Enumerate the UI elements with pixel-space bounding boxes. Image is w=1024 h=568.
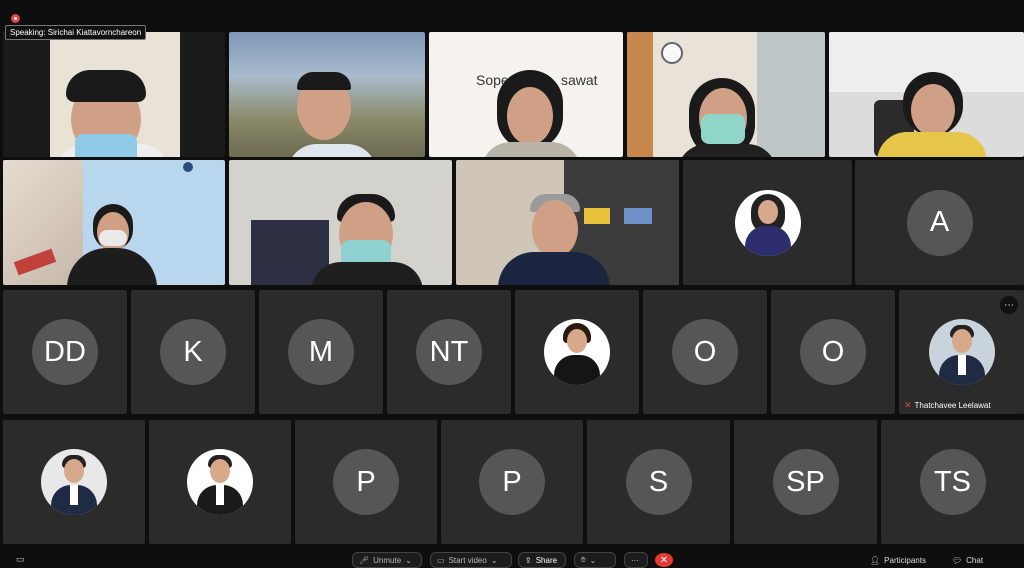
video-tile-6[interactable] (3, 160, 225, 285)
participant-name-label: ✕ Thatchavee Leelawat (904, 400, 991, 411)
participant-tile-photo-3[interactable] (3, 420, 145, 544)
avatar-initials: O (672, 319, 738, 385)
speaking-indicator: Speaking: Sirichai Kiattavornchareon (5, 25, 147, 40)
muted-mic-icon: ✕ (904, 400, 912, 410)
participant-tile-s[interactable]: S (587, 420, 730, 544)
chat-label: Chat (966, 556, 984, 565)
more-icon: ⋯ (631, 555, 639, 565)
participant-tile-o-1[interactable]: O (643, 290, 767, 414)
video-tile-5[interactable] (829, 32, 1024, 157)
more-options-button[interactable]: ⋯ (1000, 296, 1018, 314)
avatar-initials: DD (32, 319, 98, 385)
participant-tile-photo-4[interactable] (149, 420, 291, 544)
meeting-toolbar: ▭ 🎤︎ Unmute ⌄ ▭ Start video ⌄ ⇪ Share ✋︎… (0, 550, 1024, 568)
chat-button[interactable]: 💬︎ Chat (952, 556, 983, 565)
avatar-initials: NT (416, 319, 482, 385)
chat-icon: 💬︎ (952, 556, 963, 565)
avatar (734, 189, 801, 256)
participant-tile-nt[interactable]: NT (387, 290, 511, 414)
share-screen-icon: ⇪ (525, 555, 532, 565)
avatar (41, 449, 107, 515)
video-tile-8[interactable] (456, 160, 679, 285)
participant-tile-p-2[interactable]: P (441, 420, 583, 544)
avatar-initials: K (160, 319, 226, 385)
participant-tile-photo-1[interactable] (683, 160, 852, 285)
chevron-down-icon[interactable]: ⌄ (405, 556, 412, 565)
hand-icon: ✋︎ (581, 555, 586, 564)
video-off-icon: ▭ (437, 555, 445, 565)
avatar-initials: M (288, 319, 354, 385)
unmute-label: Unmute (373, 555, 402, 565)
recording-icon (11, 14, 20, 23)
participant-tile-ts[interactable]: TS (881, 420, 1024, 544)
participant-tile-k[interactable]: K (131, 290, 255, 414)
participants-button[interactable]: 👤︎ Participants (870, 556, 926, 565)
avatar (544, 319, 610, 385)
participant-tile-p-1[interactable]: P (295, 420, 437, 544)
participant-tile-thatchavee[interactable]: ⋯ ✕ Thatchavee Leelawat (899, 290, 1024, 414)
logo-icon (183, 162, 193, 172)
leave-meeting-button[interactable]: ✕ (655, 553, 673, 567)
chevron-down-icon: ⌄ (589, 555, 597, 565)
participants-label: Participants (884, 556, 926, 565)
participant-tile-o-2[interactable]: O (771, 290, 895, 414)
video-tile-3[interactable]: Sopee sawat (429, 32, 623, 157)
chat-bubble-icon[interactable]: ▭ (16, 554, 25, 565)
avatar (928, 319, 995, 385)
avatar-initials: A (906, 189, 973, 256)
start-video-label: Start video (448, 555, 487, 565)
chevron-down-icon[interactable]: ⌄ (491, 556, 498, 565)
video-tile-2[interactable] (229, 32, 425, 157)
avatar-initials: O (800, 319, 866, 385)
participant-tile-a[interactable]: A (855, 160, 1024, 285)
background-name-text-2: sawat (561, 72, 598, 88)
person-icon: 👤︎ (870, 556, 881, 565)
participant-name: Thatchavee Leelawat (914, 401, 991, 410)
avatar-initials: SP (772, 449, 839, 515)
avatar-initials: P (333, 449, 399, 515)
share-label: Share (535, 555, 558, 565)
video-tile-1[interactable] (3, 32, 225, 157)
close-icon: ✕ (659, 554, 669, 566)
wall-clock-icon (661, 42, 683, 64)
video-tile-7[interactable] (229, 160, 452, 285)
microphone-muted-icon: 🎤︎ (359, 555, 370, 565)
avatar-initials: S (625, 449, 692, 515)
avatar-initials: TS (919, 449, 986, 515)
participant-tile-photo-2[interactable] (515, 290, 639, 414)
avatar-initials: P (479, 449, 545, 515)
avatar (187, 449, 253, 515)
video-tile-4[interactable] (627, 32, 825, 157)
participant-tile-dd[interactable]: DD (3, 290, 127, 414)
participant-tile-sp[interactable]: SP (734, 420, 877, 544)
participant-tile-m[interactable]: M (259, 290, 383, 414)
